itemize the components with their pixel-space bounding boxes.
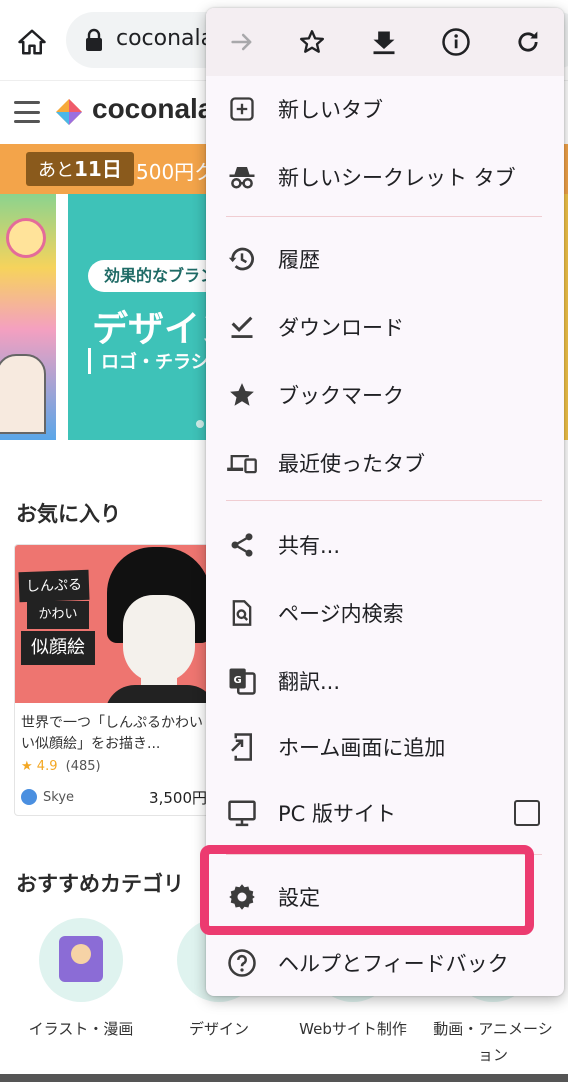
service-card-seller: Skye <box>21 789 74 805</box>
menu-divider <box>226 216 542 217</box>
downloads-check-icon <box>226 311 258 343</box>
incognito-icon <box>226 161 258 193</box>
menu-item-label: 履歴 <box>278 248 320 272</box>
promo-text: 500円ク <box>136 160 215 184</box>
review-count: (485) <box>65 759 101 774</box>
coconala-logo-icon <box>56 99 82 125</box>
banner-prev-slide[interactable] <box>0 194 56 440</box>
menu-item-label: 最近使ったタブ <box>278 452 425 476</box>
categories-heading: おすすめカテゴリ <box>16 872 184 896</box>
bookmarks-star-icon <box>226 379 258 411</box>
desktop-site-checkbox[interactable] <box>514 800 540 826</box>
history-icon <box>226 243 258 275</box>
promo-days-badge: あと11日 <box>26 152 134 186</box>
download-icon[interactable] <box>364 22 404 62</box>
service-card-title: 世界で一つ「しんぷるかわいい似顔絵」をお描き... <box>21 715 203 752</box>
seller-name: Skye <box>43 789 75 805</box>
service-card[interactable]: しんぷる かわいい！ 似顔絵 世界で一つ「しんぷるかわいい似顔絵」をお描き...… <box>14 544 214 816</box>
menu-item-label: PC 版サイト <box>278 802 397 826</box>
favorites-heading: お気に入り <box>16 502 121 526</box>
menu-item-add-to-home[interactable]: ホーム画面に追加 <box>206 716 564 778</box>
translate-icon: G <box>226 665 258 697</box>
menu-item-label: 新しいシークレット タブ <box>278 166 516 190</box>
info-icon[interactable] <box>436 22 476 62</box>
category-illustration[interactable]: イラスト・漫画 <box>26 918 136 1042</box>
menu-item-share[interactable]: 共有... <box>206 514 564 576</box>
service-card-image: しんぷる かわいい！ 似顔絵 <box>15 545 213 703</box>
hamburger-menu-icon[interactable] <box>14 101 40 123</box>
category-label: イラスト・漫画 <box>28 1020 134 1038</box>
menu-item-find-in-page[interactable]: ページ内検索 <box>206 582 564 644</box>
svg-text:G: G <box>234 675 242 686</box>
menu-item-label: ページ内検索 <box>278 602 404 626</box>
find-in-page-icon <box>226 597 258 629</box>
help-icon <box>226 947 258 979</box>
menu-item-label: 共有... <box>278 534 341 558</box>
add-to-home-screen-icon <box>226 731 258 763</box>
menu-item-label: ブックマーク <box>278 384 404 408</box>
settings-highlight-annotation <box>200 845 534 935</box>
menu-item-help[interactable]: ヘルプとフィードバック <box>206 932 564 994</box>
image-sign-1: しんぷる <box>18 569 90 603</box>
menu-item-new-incognito-tab[interactable]: 新しいシークレット タブ <box>206 146 564 208</box>
menu-item-label: ホーム画面に追加 <box>278 736 446 760</box>
menu-item-label: 翻訳... <box>278 670 341 694</box>
bookmark-star-icon[interactable] <box>292 22 332 62</box>
menu-item-history[interactable]: 履歴 <box>206 228 564 290</box>
menu-item-label: ヘルプとフィードバック <box>278 952 509 976</box>
service-card-rating: ★ 4.9 (485) <box>21 759 101 774</box>
category-label: 動画・アニメーション <box>433 1020 553 1064</box>
service-card-price: 3,500円 <box>149 789 207 807</box>
lock-icon <box>84 28 104 56</box>
rating-value: 4.9 <box>36 759 58 774</box>
menu-item-label: 新しいタブ <box>278 98 383 122</box>
system-nav-bar <box>0 1074 568 1082</box>
new-tab-icon <box>226 93 258 125</box>
url-text: coconala <box>116 26 215 51</box>
menu-item-recent-tabs[interactable]: 最近使ったタブ <box>206 432 564 494</box>
menu-item-label: ダウンロード <box>278 316 404 340</box>
menu-item-bookmarks[interactable]: ブックマーク <box>206 364 564 426</box>
image-sign-3: 似顔絵 <box>21 631 95 665</box>
category-label: デザイン <box>188 1020 249 1038</box>
menu-divider <box>226 500 542 501</box>
category-label: Webサイト制作 <box>299 1020 407 1038</box>
menu-item-new-tab[interactable]: 新しいタブ <box>206 78 564 140</box>
star-icon: ★ <box>21 759 33 774</box>
promo-days-prefix: あと <box>38 160 74 181</box>
avatar <box>21 789 37 805</box>
menu-toolbar <box>206 8 564 76</box>
forward-icon[interactable] <box>222 22 262 62</box>
site-logo-text[interactable]: coconala <box>92 93 213 125</box>
promo-days-value: 11日 <box>74 157 122 181</box>
devices-icon <box>226 447 258 479</box>
home-icon[interactable] <box>12 22 52 62</box>
share-icon <box>226 529 258 561</box>
desktop-icon <box>226 797 258 829</box>
image-sign-2: かわいい！ <box>27 601 89 650</box>
carousel-dot[interactable] <box>196 420 204 428</box>
category-illustration-icon <box>39 918 123 1002</box>
menu-item-downloads[interactable]: ダウンロード <box>206 296 564 358</box>
menu-item-desktop-site[interactable]: PC 版サイト <box>206 782 564 844</box>
menu-item-translate[interactable]: G 翻訳... <box>206 650 564 712</box>
reload-icon[interactable] <box>508 22 548 62</box>
